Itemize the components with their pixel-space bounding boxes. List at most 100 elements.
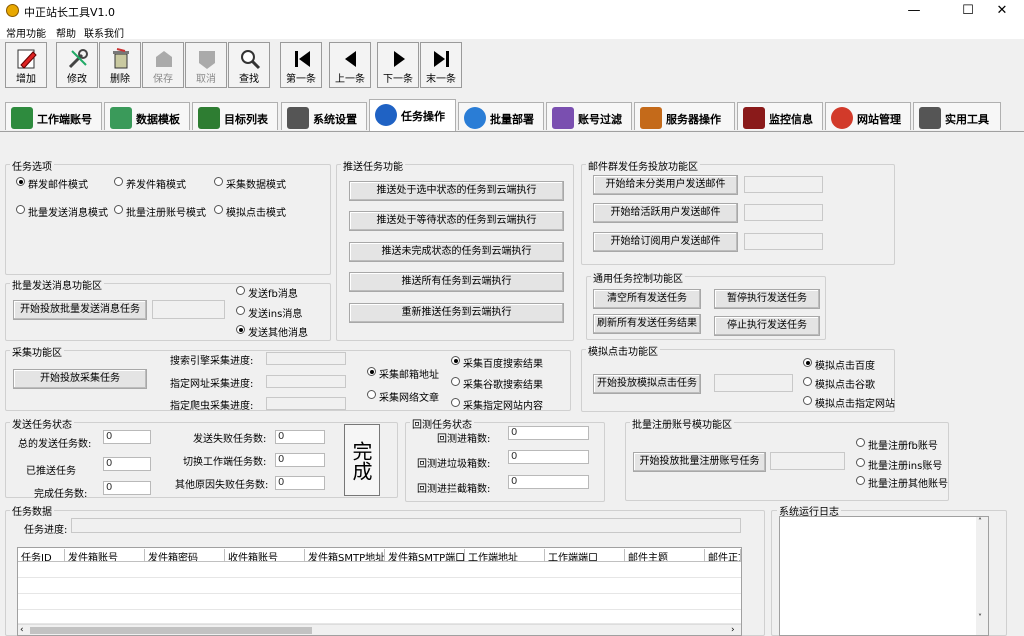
radio-collect-baidu[interactable] bbox=[451, 356, 460, 365]
mail-subscribed-field[interactable] bbox=[744, 233, 823, 250]
radio-send-other[interactable] bbox=[236, 325, 245, 334]
title-bar: 中正站长工具V1.0 — ☐ ✕ bbox=[0, 0, 1024, 22]
tab-task-operations[interactable]: 任务操作 bbox=[369, 99, 456, 131]
mail-active-button[interactable]: 开始给活跃用户发送邮件 bbox=[593, 203, 738, 223]
mail-uncategorized-field[interactable] bbox=[744, 176, 823, 193]
repush-button[interactable]: 重新推送任务到云端执行 bbox=[349, 303, 564, 323]
cancel-button[interactable]: 取消 bbox=[185, 42, 227, 88]
first-record-icon bbox=[295, 51, 310, 67]
refresh-results-button[interactable]: 刷新所有发送任务结果 bbox=[593, 314, 701, 334]
next-record-button[interactable]: 下一条 bbox=[377, 42, 419, 88]
radio-register-ins[interactable] bbox=[856, 458, 865, 467]
radio-simulated-click[interactable] bbox=[214, 205, 223, 214]
tab-target-list[interactable]: 目标列表 bbox=[192, 102, 278, 130]
previous-record-button[interactable]: 上一条 bbox=[329, 42, 371, 88]
menu-common-functions[interactable]: 常用功能 bbox=[6, 25, 46, 40]
filter-icon bbox=[552, 107, 574, 129]
last-record-icon bbox=[434, 51, 449, 67]
radio-mass-mail[interactable] bbox=[16, 177, 25, 186]
stop-tasks-button[interactable]: 停止执行发送任务 bbox=[714, 316, 820, 336]
radio-send-fb[interactable] bbox=[236, 286, 245, 295]
tab-server-operations[interactable]: 服务器操作 bbox=[634, 102, 735, 130]
batch-register-button[interactable]: 开始投放批量注册账号任务 bbox=[633, 452, 766, 472]
task-progress-bar bbox=[71, 518, 741, 533]
push-unfinished-button[interactable]: 推送未完成状态的任务到云端执行 bbox=[349, 242, 564, 262]
last-record-button[interactable]: 末一条 bbox=[420, 42, 462, 88]
minimize-button[interactable]: — bbox=[892, 0, 936, 22]
scroll-right-arrow[interactable]: › bbox=[731, 625, 735, 635]
pause-tasks-button[interactable]: 暂停执行发送任务 bbox=[714, 289, 820, 309]
push-all-button[interactable]: 推送所有任务到云端执行 bbox=[349, 272, 564, 292]
tab-system-settings[interactable]: 系统设置 bbox=[281, 102, 367, 130]
radio-click-site[interactable] bbox=[803, 396, 812, 405]
tab-utilities[interactable]: 实用工具 bbox=[913, 102, 1001, 130]
batch-register-field[interactable] bbox=[770, 452, 845, 470]
radio-collect-data[interactable] bbox=[214, 177, 223, 186]
push-waiting-button[interactable]: 推送处于等待状态的任务到云端执行 bbox=[349, 211, 564, 231]
radio-nurture-mailbox[interactable] bbox=[114, 177, 123, 186]
mail-uncategorized-button[interactable]: 开始给未分类用户发送邮件 bbox=[593, 175, 738, 195]
column-header[interactable]: 发件箱密码 bbox=[145, 549, 225, 562]
radio-batch-register[interactable] bbox=[114, 205, 123, 214]
tab-workstation-accounts[interactable]: 工作端账号 bbox=[5, 102, 102, 130]
column-header[interactable]: 邮件主题 bbox=[625, 549, 705, 562]
radio-collect-site[interactable] bbox=[451, 398, 460, 407]
add-button[interactable]: 增加 bbox=[5, 42, 47, 88]
scroll-thumb[interactable] bbox=[30, 627, 312, 634]
tab-monitor-info[interactable]: 监控信息 bbox=[737, 102, 823, 130]
close-button[interactable]: ✕ bbox=[980, 0, 1024, 22]
tab-website-management[interactable]: 网站管理 bbox=[825, 102, 911, 130]
menu-help[interactable]: 帮助 bbox=[56, 25, 76, 40]
tab-batch-deploy[interactable]: 批量部署 bbox=[458, 102, 544, 130]
simulated-click-button[interactable]: 开始投放模拟点击任务 bbox=[593, 374, 701, 394]
column-header[interactable]: 收件箱账号 bbox=[225, 549, 305, 562]
switch-worker-value: 0 bbox=[275, 453, 325, 467]
tab-account-filter[interactable]: 账号过滤 bbox=[546, 102, 632, 130]
column-header[interactable]: 工作端地址 bbox=[465, 549, 545, 562]
batch-message-button[interactable]: 开始投放批量发送消息任务 bbox=[13, 300, 147, 320]
tab-label: 目标列表 bbox=[224, 113, 268, 126]
scroll-up-arrow[interactable]: ˄ bbox=[978, 517, 982, 526]
mail-active-field[interactable] bbox=[744, 204, 823, 221]
column-header[interactable]: 任务ID bbox=[18, 549, 65, 562]
scroll-left-arrow[interactable]: ‹ bbox=[20, 625, 24, 635]
radio-collect-email[interactable] bbox=[367, 367, 376, 376]
radio-send-ins[interactable] bbox=[236, 306, 245, 315]
horizontal-scrollbar[interactable]: ‹ › bbox=[18, 624, 741, 635]
completed-tasks-label: 完成任务数: bbox=[34, 489, 88, 500]
radio-collect-articles[interactable] bbox=[367, 390, 376, 399]
tab-label: 网站管理 bbox=[857, 113, 901, 126]
push-selected-button[interactable]: 推送处于选中状态的任务到云端执行 bbox=[349, 181, 564, 201]
scroll-down-arrow[interactable]: ˅ bbox=[978, 613, 982, 622]
menu-contact[interactable]: 联系我们 bbox=[84, 25, 124, 40]
system-log-textarea[interactable]: ˄ ˅ bbox=[779, 516, 989, 636]
radio-register-other[interactable] bbox=[856, 476, 865, 485]
save-button[interactable]: 保存 bbox=[142, 42, 184, 88]
tab-data-templates[interactable]: 数据模板 bbox=[104, 102, 190, 130]
radio-collect-google[interactable] bbox=[451, 377, 460, 386]
column-header[interactable]: 发件箱SMTP端口 bbox=[385, 549, 465, 562]
tools-icon bbox=[68, 49, 88, 69]
batch-message-field[interactable] bbox=[152, 300, 225, 319]
column-header[interactable]: 工作端端口 bbox=[545, 549, 625, 562]
radio-label: 发送ins消息 bbox=[248, 309, 303, 320]
find-button[interactable]: 查找 bbox=[228, 42, 270, 88]
delete-button[interactable]: 删除 bbox=[99, 42, 141, 88]
radio-click-baidu[interactable] bbox=[803, 358, 812, 367]
radio-register-fb[interactable] bbox=[856, 438, 865, 447]
column-header[interactable]: 发件箱SMTP地址 bbox=[305, 549, 385, 562]
first-record-button[interactable]: 第一条 bbox=[280, 42, 322, 88]
clear-tasks-button[interactable]: 清空所有发送任务 bbox=[593, 289, 701, 309]
failed-tasks-value: 0 bbox=[275, 430, 325, 444]
mail-subscribed-button[interactable]: 开始给订阅用户发送邮件 bbox=[593, 232, 738, 252]
column-header[interactable]: 发件箱账号 bbox=[65, 549, 145, 562]
collect-button[interactable]: 开始投放采集任务 bbox=[13, 369, 147, 389]
blocked-label: 回测进拦截箱数: bbox=[417, 484, 491, 495]
column-header[interactable]: 邮件正文 bbox=[705, 549, 741, 562]
radio-batch-message[interactable] bbox=[16, 205, 25, 214]
edit-button[interactable]: 修改 bbox=[56, 42, 98, 88]
vertical-scrollbar[interactable]: ˄ ˅ bbox=[976, 517, 988, 635]
radio-click-google[interactable] bbox=[803, 377, 812, 386]
simulated-click-field[interactable] bbox=[714, 374, 793, 392]
radio-label: 采集数据模式 bbox=[226, 180, 286, 191]
